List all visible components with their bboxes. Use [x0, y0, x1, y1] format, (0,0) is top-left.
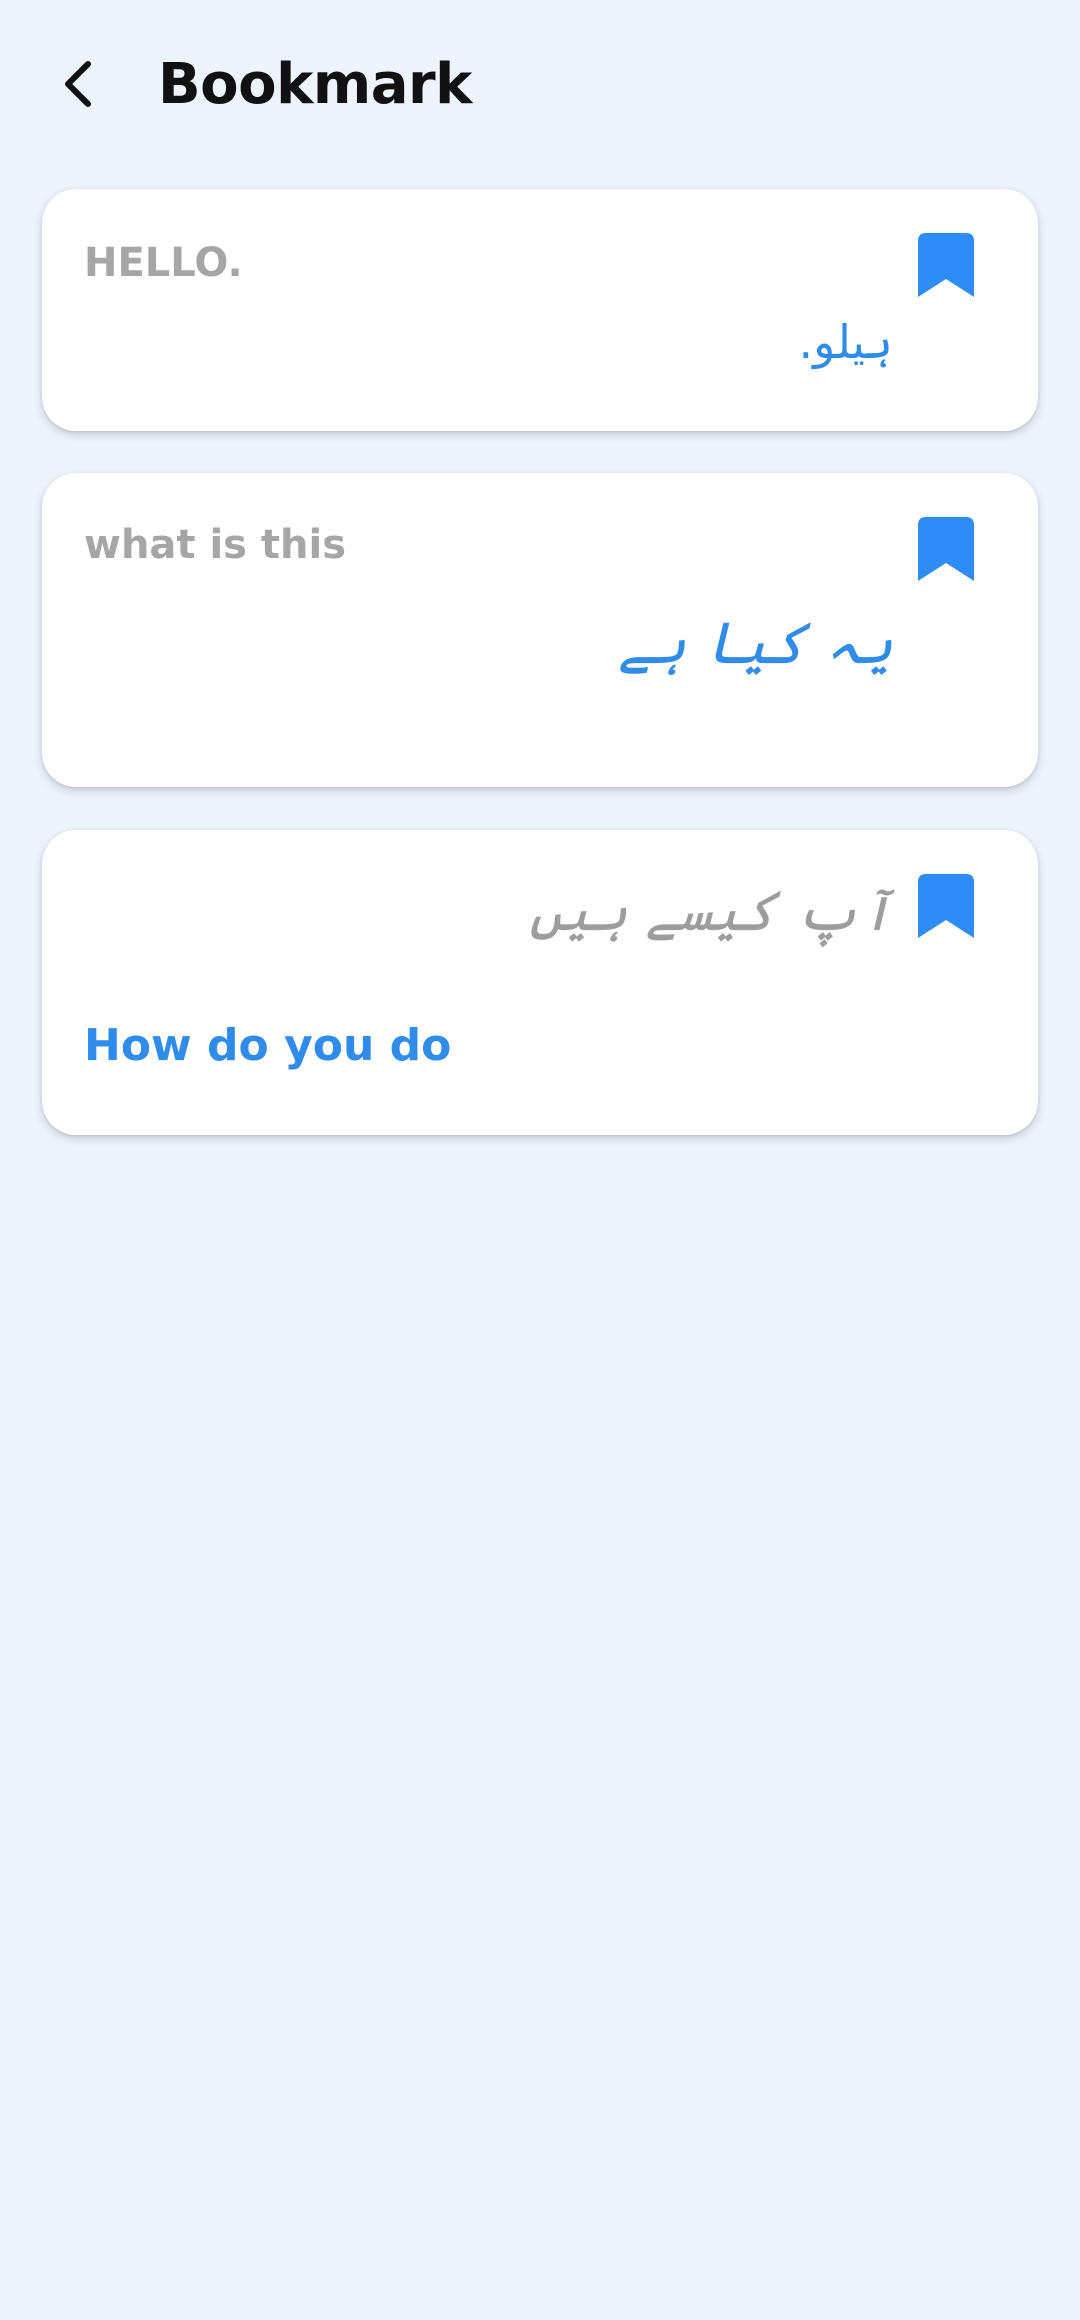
bookmark-button[interactable] — [916, 515, 976, 583]
app-bar: Bookmark — [0, 0, 1080, 170]
back-button[interactable] — [40, 44, 120, 124]
bookmark-card[interactable]: what is this یہ کیا ہے — [42, 473, 1038, 787]
bookmark-filled-icon — [918, 874, 974, 938]
translation-text: How do you do — [84, 1020, 452, 1071]
source-text: what is this — [84, 522, 347, 568]
bookmark-button[interactable] — [916, 231, 976, 299]
translation-text: یہ کیا ہے — [618, 609, 893, 677]
bookmark-card[interactable]: آپ کیسے ہیں How do you do — [42, 830, 1038, 1135]
source-text: HELLO. — [84, 240, 243, 286]
bookmark-filled-icon — [918, 233, 974, 297]
source-text: آپ کیسے ہیں — [529, 879, 893, 944]
bookmark-card[interactable]: HELLO. ہیلو. — [42, 189, 1038, 431]
bookmark-button[interactable] — [916, 872, 976, 940]
page-title: Bookmark — [158, 52, 472, 117]
bookmark-filled-icon — [918, 517, 974, 581]
translation-text: ہیلو. — [798, 315, 893, 369]
chevron-left-icon — [65, 61, 91, 107]
